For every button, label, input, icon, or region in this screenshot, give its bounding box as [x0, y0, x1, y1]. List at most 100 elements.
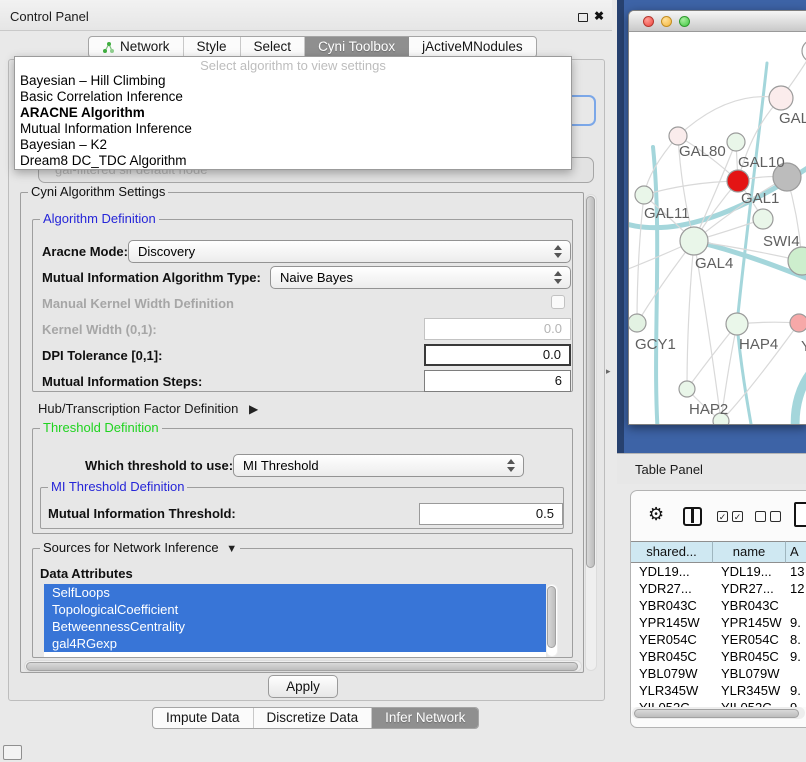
data-attribute-item[interactable]: BetweennessCentrality: [44, 618, 546, 635]
table-cell[interactable]: 9.: [786, 614, 806, 631]
table-cell[interactable]: YIL052C: [631, 699, 713, 707]
sources-legend[interactable]: Sources for Network Inference ▼: [40, 540, 240, 555]
splitter-arrow-icon[interactable]: ▸: [606, 366, 611, 377]
network-node[interactable]: [769, 86, 793, 110]
unchecked-checkbox-icon[interactable]: [755, 511, 766, 522]
table-horizontal-scrollbar-thumb[interactable]: [634, 709, 799, 718]
table-cell[interactable]: YDR27...: [631, 580, 713, 597]
table-row[interactable]: YBR043CYBR043C: [631, 597, 806, 614]
algorithm-option-dream8-dc-tdc-algorithm[interactable]: Dream8 DC_TDC Algorithm: [15, 153, 571, 169]
settings-vertical-scrollbar-thumb[interactable]: [586, 196, 595, 568]
network-node[interactable]: [635, 186, 653, 204]
algorithm-option-basic-correlation-inference[interactable]: Basic Correlation Inference: [15, 89, 571, 105]
table-cell[interactable]: YLR345W: [631, 682, 713, 699]
bottom-tab-discretize-data[interactable]: Discretize Data: [254, 708, 373, 728]
aracne-mode-select[interactable]: Discovery: [128, 240, 571, 263]
table-cell[interactable]: YDR27...: [713, 580, 786, 597]
algorithm-option-mutual-information-inference[interactable]: Mutual Information Inference: [15, 121, 571, 137]
table-cell[interactable]: 12: [786, 580, 806, 597]
hub-definition-toggle[interactable]: Hub/Transcription Factor Definition ▶: [38, 397, 258, 421]
algorithm-option-bayesian-hill-climbing[interactable]: Bayesian – Hill Climbing: [15, 73, 571, 89]
zoom-traffic-light-icon[interactable]: [679, 16, 690, 27]
network-canvas[interactable]: GALGAL80GAL10GAL1GAL11SWI4GAL4GCY1HAP4YH…: [629, 32, 806, 425]
data-attribute-item[interactable]: SelfLoops: [44, 584, 546, 601]
manual-kernel-width-checkbox[interactable]: [551, 295, 565, 309]
column-header-name[interactable]: name: [713, 541, 786, 563]
mi-algorithm-type-select[interactable]: Naive Bayes: [270, 266, 571, 289]
data-attribute-item[interactable]: TopologicalCoefficient: [44, 601, 546, 618]
export-table-icon[interactable]: [794, 502, 806, 527]
network-node[interactable]: [727, 133, 745, 151]
table-row[interactable]: YBR045CYBR045C9.: [631, 648, 806, 665]
table-cell[interactable]: 9.: [786, 682, 806, 699]
table-cell[interactable]: YDL19...: [713, 563, 786, 580]
kernel-width-field[interactable]: 0.0: [424, 318, 571, 340]
unchecked-checkbox-icon[interactable]: [770, 511, 781, 522]
table-cell[interactable]: YBR045C: [631, 648, 713, 665]
table-cell[interactable]: YPR145W: [631, 614, 713, 631]
table-cell[interactable]: YER054C: [713, 631, 786, 648]
mi-threshold-field[interactable]: 0.5: [419, 503, 563, 525]
columns-icon[interactable]: [683, 507, 702, 526]
dock-panel-icon[interactable]: [3, 745, 22, 760]
network-node[interactable]: [727, 170, 749, 192]
settings-horizontal-scrollbar-thumb[interactable]: [26, 662, 578, 671]
tab-network[interactable]: Network: [89, 37, 184, 57]
tab-style[interactable]: Style: [184, 37, 241, 57]
data-attribute-item[interactable]: gal4RGexp: [44, 635, 546, 652]
table-cell[interactable]: YLR345W: [713, 682, 786, 699]
network-node[interactable]: [753, 209, 773, 229]
table-row[interactable]: YDR27...YDR27...12: [631, 580, 806, 597]
close-icon[interactable]: ✖: [594, 9, 604, 23]
checked-checkbox-icon[interactable]: ✓: [717, 511, 728, 522]
table-cell[interactable]: YBR043C: [631, 597, 713, 614]
table-cell[interactable]: YPR145W: [713, 614, 786, 631]
network-view-window[interactable]: GALGAL80GAL10GAL1GAL11SWI4GAL4GCY1HAP4YH…: [628, 10, 806, 425]
table-row[interactable]: YIL052CYIL052C9: [631, 699, 806, 707]
table-row[interactable]: YBL079WYBL079W: [631, 665, 806, 682]
table-cell[interactable]: 8.: [786, 631, 806, 648]
checked-checkbox-icon[interactable]: ✓: [732, 511, 743, 522]
float-window-icon[interactable]: [578, 13, 588, 22]
which-threshold-select[interactable]: MI Threshold: [233, 454, 524, 477]
tab-select[interactable]: Select: [241, 37, 306, 57]
tab-cyni-toolbox[interactable]: Cyni Toolbox: [305, 37, 409, 57]
table-horizontal-scrollbar[interactable]: [632, 707, 805, 719]
bottom-tab-impute-data[interactable]: Impute Data: [153, 708, 254, 728]
algorithm-option-bayesian-k2[interactable]: Bayesian – K2: [15, 137, 571, 153]
mi-steps-field[interactable]: 6: [424, 370, 571, 392]
dpi-tolerance-field[interactable]: 0.0: [424, 344, 571, 366]
table-cell[interactable]: YIL052C: [713, 699, 786, 707]
gear-icon[interactable]: ⚙: [648, 505, 664, 523]
table-cell[interactable]: YBR043C: [713, 597, 786, 614]
table-cell[interactable]: [786, 665, 806, 682]
table-cell[interactable]: YBL079W: [713, 665, 786, 682]
network-node[interactable]: [680, 227, 708, 255]
table-row[interactable]: YLR345WYLR345W9.: [631, 682, 806, 699]
table-cell[interactable]: YER054C: [631, 631, 713, 648]
table-row[interactable]: YPR145WYPR145W9.: [631, 614, 806, 631]
column-header-shared[interactable]: shared...: [631, 541, 713, 563]
network-window-titlebar[interactable]: [629, 11, 806, 32]
table-row[interactable]: YER054CYER054C8.: [631, 631, 806, 648]
apply-button[interactable]: Apply: [268, 675, 338, 698]
table-cell[interactable]: YBL079W: [631, 665, 713, 682]
network-node[interactable]: [726, 313, 748, 335]
column-header-a[interactable]: A: [786, 541, 806, 563]
network-node[interactable]: [679, 381, 695, 397]
table-cell[interactable]: 9.: [786, 648, 806, 665]
tab-jactivemnodules[interactable]: jActiveMNodules: [409, 37, 536, 57]
algorithm-option-aracne-algorithm[interactable]: ARACNE Algorithm: [15, 105, 571, 121]
bottom-tab-infer-network[interactable]: Infer Network: [372, 708, 478, 728]
minimize-traffic-light-icon[interactable]: [661, 16, 672, 27]
table-cell[interactable]: YDL19...: [631, 563, 713, 580]
network-node[interactable]: [790, 314, 806, 332]
attributes-scrollbar-thumb[interactable]: [547, 586, 556, 648]
table-row[interactable]: YDL19...YDL19...13: [631, 563, 806, 580]
table-cell[interactable]: 13: [786, 563, 806, 580]
table-cell[interactable]: YBR045C: [713, 648, 786, 665]
table-cell[interactable]: [786, 597, 806, 614]
network-node[interactable]: [629, 314, 646, 332]
table-cell[interactable]: 9: [786, 699, 806, 707]
network-node[interactable]: [802, 40, 806, 62]
